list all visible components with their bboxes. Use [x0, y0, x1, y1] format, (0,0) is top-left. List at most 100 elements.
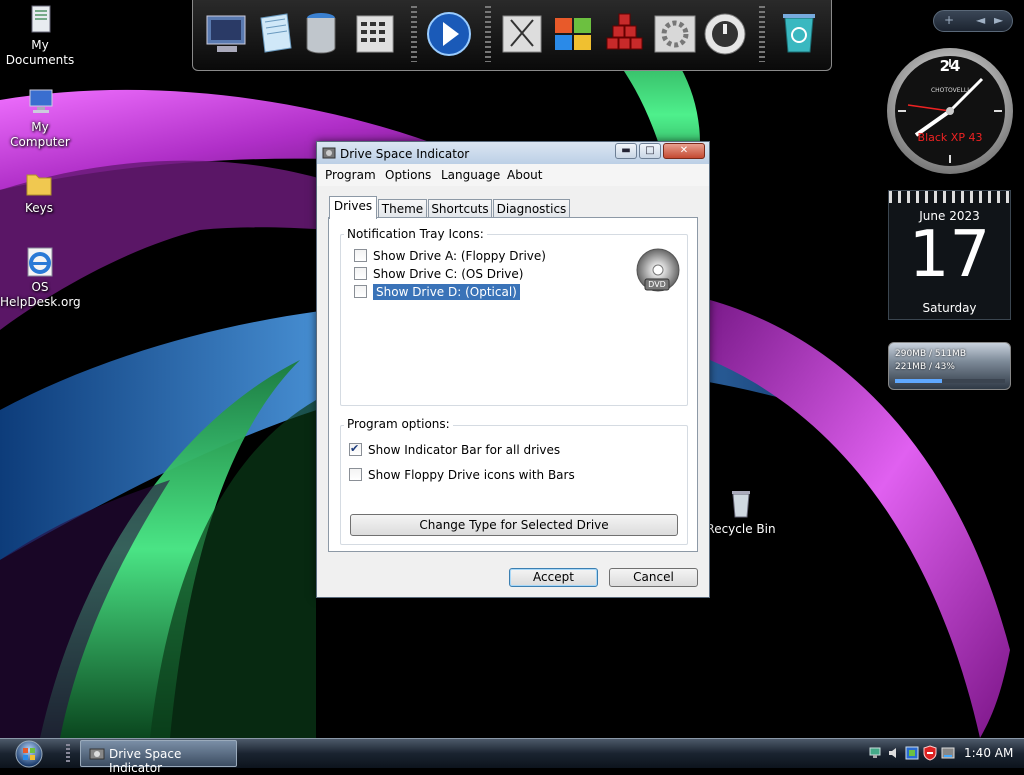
- taskbar-button-label: Drive Space Indicator: [109, 747, 182, 775]
- documents-folder-icon: [31, 5, 51, 33]
- maximize-button[interactable]: □: [639, 143, 661, 159]
- floppy-bars-label: Show Floppy Drive icons with Bars: [368, 468, 575, 482]
- calendar-day: 17: [908, 218, 991, 292]
- dock-separator: [759, 6, 765, 62]
- show-drive-d-checkbox[interactable]: [354, 285, 367, 298]
- desktop-icon-my-documents[interactable]: My Documents: [0, 4, 80, 68]
- menu-language[interactable]: Language: [441, 168, 500, 182]
- display-icon[interactable]: [904, 745, 920, 761]
- calculator-icon[interactable]: [351, 8, 399, 60]
- windows-logo-icon[interactable]: [549, 8, 597, 60]
- minimize-button[interactable]: ▬: [615, 143, 637, 159]
- clock-brand: CHOTOVELLI: [930, 87, 970, 94]
- indicator-bar-label: Show Indicator Bar for all drives: [368, 443, 561, 457]
- memory-meter-gadget: 290MB / 511MB 221MB / 43%: [888, 342, 1011, 390]
- tab-drives[interactable]: Drives: [329, 196, 377, 219]
- tab-theme[interactable]: Theme: [378, 199, 427, 219]
- show-drive-c-label: Show Drive C: (OS Drive): [373, 267, 524, 281]
- desktop-icon-my-computer[interactable]: My Computer: [0, 86, 80, 150]
- meter-bar-fill: [895, 379, 943, 383]
- window-title: Drive Space Indicator: [340, 147, 470, 161]
- meter-bar: [895, 379, 1005, 383]
- system-tray: 1:40 AM: [862, 741, 1024, 767]
- drives-tab-panel: Notification Tray Icons: Show Drive A: (…: [328, 217, 698, 552]
- previous-button[interactable]: ◄: [976, 13, 985, 27]
- floppy-bars-checkbox[interactable]: [349, 468, 362, 481]
- menu-about[interactable]: About: [507, 168, 542, 182]
- show-drive-a-label: Show Drive A: (Floppy Drive): [373, 249, 546, 263]
- computer-icon: [29, 89, 53, 113]
- desktop-icon-label: HelpDesk.org: [0, 295, 81, 309]
- media-player-icon[interactable]: [425, 8, 473, 60]
- show-drive-a-option[interactable]: Show Drive A: (Floppy Drive): [354, 248, 546, 264]
- show-drive-d-option[interactable]: Show Drive D: (Optical): [354, 283, 521, 301]
- floppy-bars-option[interactable]: Show Floppy Drive icons with Bars: [349, 467, 575, 483]
- calendar-rings: [889, 191, 1010, 203]
- tab-shortcuts[interactable]: Shortcuts: [428, 199, 492, 219]
- windows-orb-icon: [15, 740, 43, 768]
- desktop-icon-label: Documents: [5, 53, 75, 67]
- taskbar-button-drive-space-indicator[interactable]: Drive Space Indicator: [80, 740, 237, 775]
- cancel-button[interactable]: Cancel: [609, 568, 698, 587]
- display-settings-icon[interactable]: [203, 8, 251, 60]
- paint-bucket-icon[interactable]: [299, 8, 347, 60]
- next-button[interactable]: ►: [994, 13, 1003, 27]
- dvd-label: DVD: [648, 280, 666, 289]
- desktop-icon-label: Recycle Bin: [706, 522, 776, 536]
- notepad-icon[interactable]: [251, 8, 299, 60]
- change-type-button[interactable]: Change Type for Selected Drive: [350, 514, 678, 536]
- indicator-bar-option[interactable]: Show Indicator Bar for all drives: [349, 441, 561, 458]
- show-drive-a-checkbox[interactable]: [354, 249, 367, 262]
- app-icon: [89, 748, 105, 760]
- clock-gadget: 24 CHOTOVELLI Black XP 43: [886, 47, 1014, 175]
- show-drive-d-label: Show Drive D: (Optical): [372, 283, 521, 301]
- top-dock: [192, 0, 832, 71]
- drive-indicator-icon[interactable]: [940, 745, 956, 761]
- add-gadget-button[interactable]: +: [944, 13, 954, 27]
- cut-tool-icon[interactable]: [499, 8, 547, 60]
- security-shield-icon[interactable]: [922, 745, 938, 761]
- drive-space-indicator-window: Drive Space Indicator ▬ □ ✕ Program Opti…: [316, 141, 710, 598]
- shutdown-icon[interactable]: [701, 8, 749, 60]
- clock-caption: Black XP 43: [917, 131, 983, 144]
- desktop-icon-label: My: [31, 38, 49, 52]
- app-icon: [322, 147, 336, 159]
- notification-tray-label: Notification Tray Icons:: [344, 227, 487, 241]
- calendar-gadget: June 2023 17 Saturday: [888, 190, 1011, 320]
- recycle-bin-icon: [732, 491, 750, 518]
- tab-diagnostics[interactable]: Diagnostics: [493, 199, 570, 219]
- meter-line-2: 221MB / 43%: [895, 362, 955, 372]
- desktop-icon-os-helpdesk[interactable]: OS HelpDesk.org: [0, 246, 81, 310]
- menu-program[interactable]: Program: [325, 168, 376, 182]
- blocks-icon[interactable]: [601, 8, 649, 60]
- dock-separator: [411, 6, 417, 62]
- clock-top-number: 24: [939, 57, 961, 75]
- dvd-drive-icon: DVD: [635, 248, 681, 294]
- desktop-icon-label: My Computer: [10, 120, 70, 149]
- menu-options[interactable]: Options: [385, 168, 431, 182]
- recycle-bin-icon[interactable]: [775, 8, 823, 60]
- close-button[interactable]: ✕: [663, 143, 705, 159]
- desktop-icon-recycle-bin[interactable]: Recycle Bin: [701, 488, 781, 537]
- desktop-icon-label: Keys: [24, 201, 53, 215]
- control-panel-icon[interactable]: [651, 8, 699, 60]
- calendar-weekday: Saturday: [922, 301, 977, 315]
- indicator-bar-checkbox[interactable]: [349, 441, 362, 457]
- desktop-icon-label: OS: [31, 280, 49, 294]
- gadget-toolbar: + ◄ ►: [933, 10, 1013, 32]
- show-drive-c-option[interactable]: Show Drive C: (OS Drive): [354, 266, 523, 282]
- desktop-icon-keys[interactable]: Keys: [0, 167, 79, 216]
- accept-button[interactable]: Accept: [509, 568, 598, 587]
- start-button[interactable]: [12, 740, 46, 768]
- show-drive-c-checkbox[interactable]: [354, 267, 367, 280]
- meter-line-1: 290MB / 511MB: [895, 349, 966, 359]
- network-icon[interactable]: [868, 745, 884, 761]
- quick-launch-grip: [66, 744, 70, 764]
- menu-bar: Program Options Language About: [317, 164, 709, 186]
- clock-time[interactable]: 1:40 AM: [964, 746, 1013, 760]
- internet-explorer-icon: [27, 247, 53, 277]
- program-options-label: Program options:: [344, 417, 453, 431]
- dock-separator: [485, 6, 491, 62]
- speaker-icon[interactable]: [886, 745, 902, 761]
- title-bar[interactable]: Drive Space Indicator ▬ □ ✕: [317, 142, 709, 164]
